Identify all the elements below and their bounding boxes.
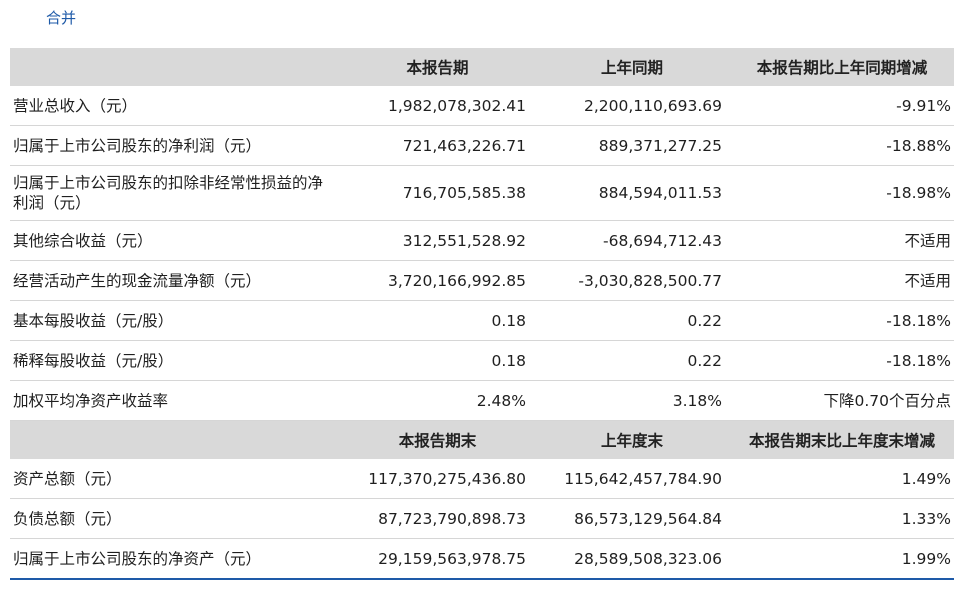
current-value: 1,982,078,302.41 (341, 86, 534, 126)
change-value: -18.98% (730, 165, 954, 221)
change-value: 不适用 (730, 220, 954, 261)
current-value: 117,370,275,436.80 (341, 459, 534, 499)
table-row: 归属于上市公司股东的净资产（元） 29,159,563,978.75 28,58… (10, 538, 954, 580)
prior-value: 889,371,277.25 (534, 125, 730, 166)
table-row: 营业总收入（元） 1,982,078,302.41 2,200,110,693.… (10, 86, 954, 126)
prior-value: 3.18% (534, 380, 730, 421)
prior-value: 115,642,457,784.90 (534, 459, 730, 499)
current-value: 0.18 (341, 340, 534, 381)
change-value: -18.18% (730, 340, 954, 381)
prior-value: 86,573,129,564.84 (534, 498, 730, 539)
current-value: 2.48% (341, 380, 534, 421)
row-label: 经营活动产生的现金流量净额（元） (10, 260, 341, 301)
header-cell (10, 48, 341, 86)
row-label: 基本每股收益（元/股） (10, 300, 341, 341)
header-row-period-end: 本报告期末 上年度末 本报告期末比上年度末增减 (10, 420, 954, 459)
header-current-period: 本报告期 (341, 48, 534, 86)
page: 合并 本报告期 上年同期 本报告期比上年同期增减 营业总收入（元） 1,982,… (0, 0, 960, 595)
current-value: 87,723,790,898.73 (341, 498, 534, 539)
scope-label: 合并 (46, 9, 77, 27)
current-value: 0.18 (341, 300, 534, 341)
change-value: 不适用 (730, 260, 954, 301)
table-row: 稀释每股收益（元/股） 0.18 0.22 -18.18% (10, 340, 954, 381)
header-change: 本报告期比上年同期增减 (730, 48, 954, 86)
header-prior-year-end: 上年度末 (534, 420, 730, 459)
prior-value: 2,200,110,693.69 (534, 86, 730, 126)
prior-value: 0.22 (534, 340, 730, 381)
row-label: 归属于上市公司股东的净资产（元） (10, 538, 341, 580)
table-row: 基本每股收益（元/股） 0.18 0.22 -18.18% (10, 300, 954, 341)
change-value: -18.18% (730, 300, 954, 341)
table-row: 其他综合收益（元） 312,551,528.92 -68,694,712.43 … (10, 220, 954, 261)
change-value: 1.99% (730, 538, 954, 580)
change-value: -9.91% (730, 86, 954, 126)
prior-value: 884,594,011.53 (534, 165, 730, 221)
current-value: 29,159,563,978.75 (341, 538, 534, 580)
row-label: 加权平均净资产收益率 (10, 380, 341, 421)
header-change: 本报告期末比上年度末增减 (730, 420, 954, 459)
row-label: 营业总收入（元） (10, 86, 341, 126)
current-value: 312,551,528.92 (341, 220, 534, 261)
header-cell (10, 420, 341, 459)
table-row: 负债总额（元） 87,723,790,898.73 86,573,129,564… (10, 498, 954, 539)
row-label: 其他综合收益（元） (10, 220, 341, 261)
prior-value: -68,694,712.43 (534, 220, 730, 261)
row-label: 归属于上市公司股东的扣除非经常性损益的净利润（元） (10, 165, 341, 221)
prior-value: 28,589,508,323.06 (534, 538, 730, 580)
current-value: 721,463,226.71 (341, 125, 534, 166)
current-value: 3,720,166,992.85 (341, 260, 534, 301)
header-row-period: 本报告期 上年同期 本报告期比上年同期增减 (10, 48, 954, 86)
row-label: 归属于上市公司股东的净利润（元） (10, 125, 341, 166)
row-label: 负债总额（元） (10, 498, 341, 539)
current-value: 716,705,585.38 (341, 165, 534, 221)
row-label: 资产总额（元） (10, 459, 341, 499)
prior-value: 0.22 (534, 300, 730, 341)
change-value: 下降0.70个百分点 (730, 380, 954, 421)
table-row: 归属于上市公司股东的净利润（元） 721,463,226.71 889,371,… (10, 125, 954, 166)
change-value: -18.88% (730, 125, 954, 166)
table-row: 归属于上市公司股东的扣除非经常性损益的净利润（元） 716,705,585.38… (10, 165, 954, 221)
header-prior-period: 上年同期 (534, 48, 730, 86)
table-row: 经营活动产生的现金流量净额（元） 3,720,166,992.85 -3,030… (10, 260, 954, 301)
financial-table: 本报告期 上年同期 本报告期比上年同期增减 营业总收入（元） 1,982,078… (10, 48, 954, 580)
header-current-period-end: 本报告期末 (341, 420, 534, 459)
change-value: 1.49% (730, 459, 954, 499)
prior-value: -3,030,828,500.77 (534, 260, 730, 301)
table-row: 加权平均净资产收益率 2.48% 3.18% 下降0.70个百分点 (10, 380, 954, 421)
change-value: 1.33% (730, 498, 954, 539)
row-label: 稀释每股收益（元/股） (10, 340, 341, 381)
table-row: 资产总额（元） 117,370,275,436.80 115,642,457,7… (10, 459, 954, 499)
